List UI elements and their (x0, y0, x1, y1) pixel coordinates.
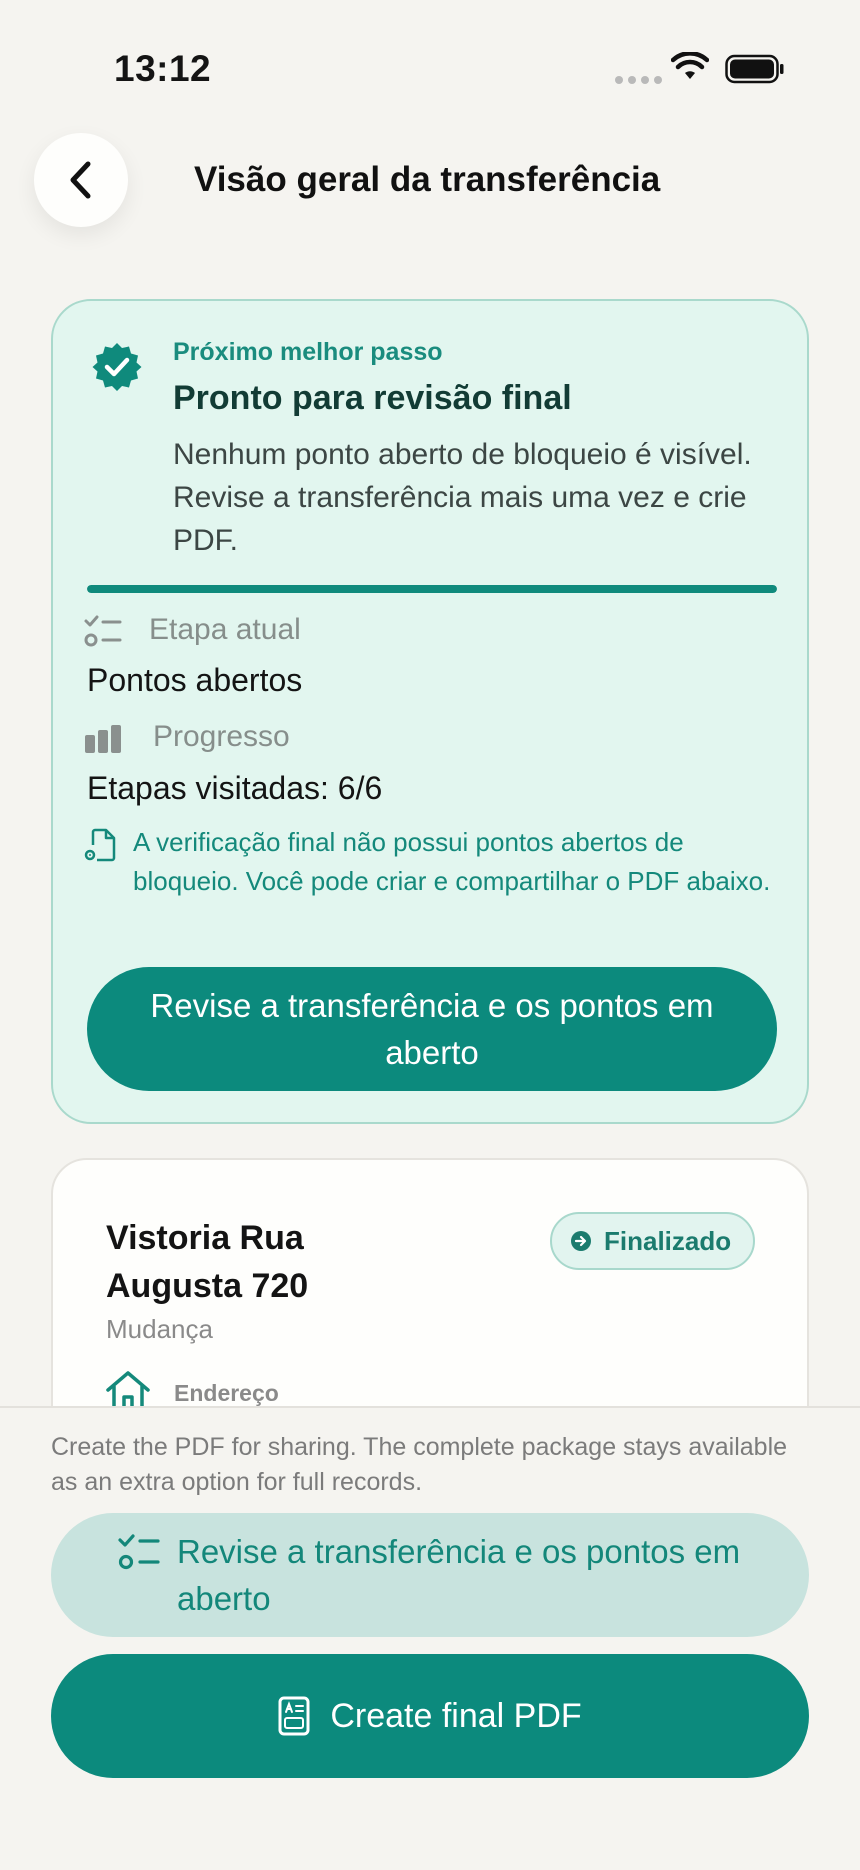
pdf-document-icon (278, 1696, 310, 1736)
transfer-type: Mudança (106, 1314, 213, 1344)
hero-note: A verificação final não possui pontos ab… (133, 827, 771, 896)
checklist-icon (118, 1534, 160, 1570)
status-time: 13:12 (114, 48, 212, 89)
cellular-signal-icon (615, 76, 662, 84)
next-step-card: Próximo melhor passo Pronto para revisão… (51, 299, 809, 1124)
review-transfer-button[interactable]: Revise a transferência e os pontos em ab… (87, 967, 777, 1091)
status-bar: 13:12 (0, 0, 860, 120)
battery-icon (725, 54, 784, 84)
transfer-title: Vistoria Rua Augusta 720 (106, 1219, 309, 1305)
address-label: Endereço (174, 1380, 279, 1406)
hero-title: Pronto para revisão final (173, 379, 572, 417)
page-title: Visão geral da transferência (194, 160, 661, 199)
back-button[interactable] (34, 133, 128, 227)
progress-label: Progresso (153, 720, 290, 753)
arrow-circle-right-icon (571, 1231, 591, 1251)
review-open-points-label: Revise a transferência e os pontos em ab… (177, 1533, 741, 1617)
create-final-pdf-label: Create final PDF (330, 1696, 582, 1735)
status-badge-label: Finalizado (604, 1225, 732, 1256)
create-final-pdf-button[interactable]: Create final PDF (51, 1654, 809, 1778)
progress-bar (87, 585, 777, 593)
chevron-left-icon (70, 161, 91, 199)
current-step-label: Etapa atual (149, 613, 301, 646)
hero-description: Nenhum ponto aberto de bloqueio é visíve… (173, 438, 752, 557)
status-badge: Finalizado (550, 1212, 756, 1270)
review-open-points-button[interactable]: Revise a transferência e os pontos em ab… (51, 1513, 809, 1637)
document-settings-icon (84, 828, 116, 862)
current-step-value: Pontos abertos (87, 662, 303, 698)
bar-chart-icon (85, 725, 121, 753)
checklist-icon (84, 615, 122, 647)
progress-bar-fill (87, 585, 777, 593)
progress-value: Etapas visitadas: 6/6 (87, 770, 383, 806)
hero-eyebrow: Próximo melhor passo (173, 338, 443, 366)
pdf-hint-text: Create the PDF for sharing. The complete… (51, 1433, 788, 1496)
bottom-action-bar: Create the PDF for sharing. The complete… (0, 1406, 860, 1870)
wifi-icon (671, 52, 709, 79)
verified-badge-icon (92, 343, 142, 391)
